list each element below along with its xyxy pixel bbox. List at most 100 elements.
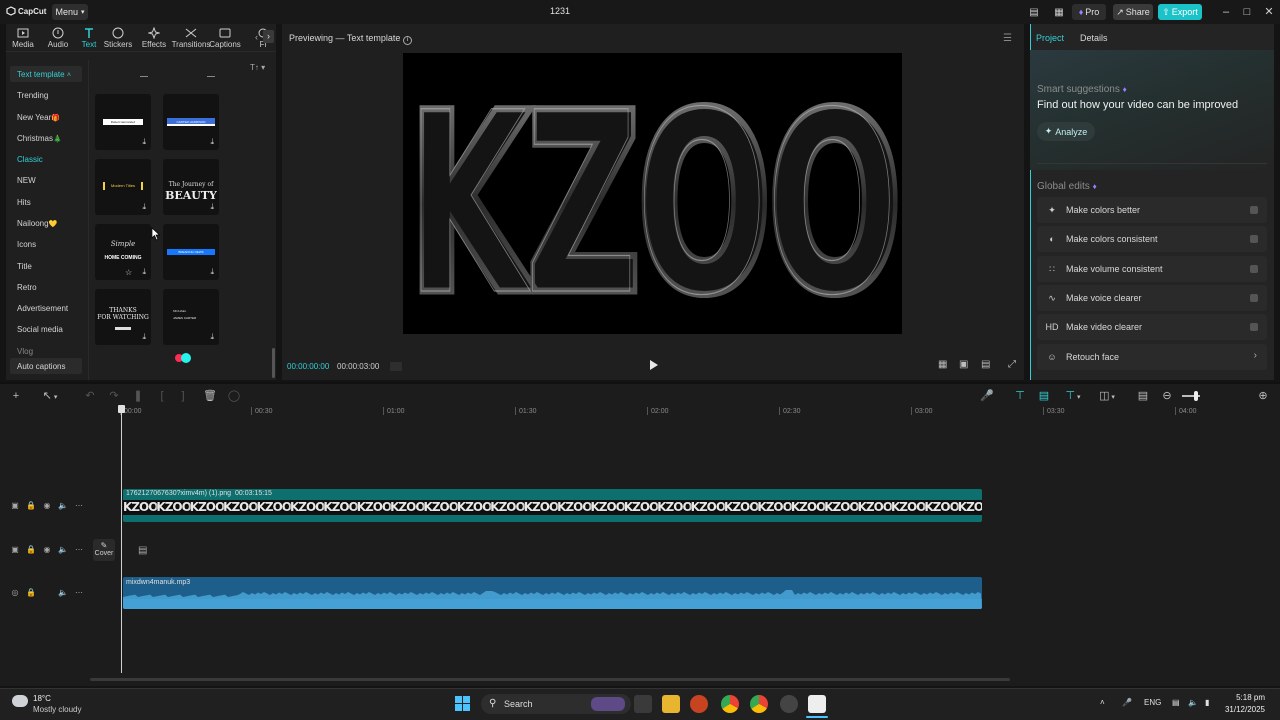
global-edit-retouch-face[interactable]: ☺ Retouch face ›	[1037, 344, 1267, 370]
preview-canvas[interactable]: KZOO KZOO	[403, 53, 902, 334]
eye-icon[interactable]: ◉	[42, 501, 52, 511]
download-icon[interactable]: ⤓	[142, 202, 146, 212]
category-item[interactable]: Hits	[17, 198, 31, 207]
language-indicator[interactable]: ENG	[1144, 698, 1161, 707]
shortcut-icon[interactable]: ▦	[1052, 6, 1066, 18]
download-icon[interactable]: ⤓	[142, 267, 146, 277]
category-item[interactable]: New Year🎁	[17, 113, 60, 122]
trim-left-icon[interactable]: [	[155, 389, 169, 403]
tool-captions[interactable]: Captions	[209, 27, 241, 51]
global-edit-make-volume-consistent[interactable]: ∷ Make volume consistent	[1037, 256, 1267, 282]
zoom-slider-handle[interactable]	[1194, 391, 1198, 401]
playhead[interactable]	[121, 405, 122, 673]
analyze-button[interactable]: ✦ Analyze	[1037, 122, 1095, 141]
chevron-left-icon[interactable]: ‹	[255, 32, 258, 42]
category-item[interactable]: Icons	[17, 240, 36, 249]
export-button[interactable]: ⇧ Export	[1158, 4, 1202, 20]
chevron-right-icon[interactable]: ›	[263, 30, 274, 43]
lock-icon[interactable]: 🔒	[26, 588, 36, 598]
text-filter-icon[interactable]: T↑ ▾	[250, 63, 265, 72]
toggle-checkbox[interactable]	[1250, 235, 1258, 243]
text-template-thumbnail[interactable]: CARTER HARRISON ⤓	[163, 94, 219, 150]
info-icon[interactable]: i	[402, 36, 412, 45]
taskbar-search[interactable]: ⚲ Search	[481, 694, 631, 714]
volume-icon[interactable]: 🔈	[1188, 698, 1198, 707]
lock-icon[interactable]: 🔒	[26, 501, 36, 511]
global-edit-make-colors-consistent[interactable]: ◐ Make colors consistent	[1037, 226, 1267, 252]
add-track-icon[interactable]: +	[9, 389, 23, 403]
clock-date[interactable]: 31/12/2025	[1205, 705, 1265, 714]
speaker-icon[interactable]: 🔈	[58, 501, 68, 511]
category-item[interactable]: Social media	[17, 325, 63, 334]
text-template-thumbnail[interactable]: Robert Hernandez ⤓	[95, 94, 151, 150]
fullscreen-icon[interactable]: ⤢	[1008, 359, 1020, 371]
category-item[interactable]: Nailoong💛	[17, 219, 57, 228]
zoom-fit-icon[interactable]: ⊕	[1256, 389, 1270, 403]
download-icon[interactable]: ⤓	[210, 332, 214, 342]
tool-media[interactable]: Media	[10, 27, 36, 51]
timeline-ruler[interactable]	[120, 405, 1280, 419]
tool-audio[interactable]: Audio	[45, 27, 71, 51]
tab-project[interactable]: Project	[1036, 33, 1064, 43]
layout-icon[interactable]: ▤	[1027, 6, 1041, 18]
speaker-icon[interactable]: 🔈	[58, 545, 68, 555]
magnet-icon[interactable]: ▤	[1037, 389, 1051, 403]
tab-details[interactable]: Details	[1080, 33, 1108, 43]
more-icon[interactable]: ⋯	[74, 545, 84, 555]
screenshot-icon[interactable]: ▣	[959, 359, 971, 371]
select-tool-icon[interactable]: ↖ ▾	[37, 389, 63, 403]
pro-button[interactable]: ♦ Pro	[1072, 4, 1106, 20]
timecode-format-toggle[interactable]	[390, 362, 402, 371]
category-item[interactable]: Vlog	[17, 347, 33, 356]
file-explorer-icon[interactable]	[662, 695, 680, 713]
category-item[interactable]: Retro	[17, 283, 37, 292]
maximize-icon[interactable]: □	[1240, 5, 1254, 19]
menu-button[interactable]: Menu ▾	[52, 4, 88, 20]
more-icon[interactable]: ⋯	[74, 588, 84, 598]
text-template-thumbnail[interactable]: Simple HOME COMING ⤓ ☆	[95, 224, 151, 280]
toggle-checkbox[interactable]	[1250, 323, 1258, 331]
toggle-checkbox[interactable]	[1250, 206, 1258, 214]
audio-clip[interactable]	[123, 577, 982, 609]
microphone-icon[interactable]: 🎤	[980, 389, 994, 403]
download-icon[interactable]: ⤓	[210, 137, 214, 147]
weather-widget[interactable]: 18°C Mostly cloudy	[10, 692, 100, 716]
close-icon[interactable]: ✕	[1262, 5, 1276, 19]
text-template-thumbnail[interactable]: LIVEBREAKING NEWS⤓	[163, 224, 219, 280]
app-icon[interactable]	[780, 695, 798, 713]
playhead-handle[interactable]	[118, 405, 125, 413]
text-template-thumbnail[interactable]: MICHAEL JAMES CARTER ⤓	[163, 289, 219, 345]
hamburger-menu-icon[interactable]: ☰	[1003, 33, 1012, 44]
category-item[interactable]: Title	[17, 262, 32, 271]
task-view-icon[interactable]	[634, 695, 652, 713]
cover-button[interactable]: ✎ Cover	[93, 539, 115, 561]
toggle-checkbox[interactable]	[1250, 294, 1258, 302]
play-button[interactable]	[647, 359, 659, 371]
download-icon[interactable]: ⤓	[210, 202, 214, 212]
tool-effects[interactable]: Effects	[141, 27, 167, 51]
category-item[interactable]: Trending	[17, 91, 48, 100]
global-edit-make-colors-better[interactable]: ✦ Make colors better	[1037, 197, 1267, 223]
favorite-icon[interactable]: ☆	[125, 268, 132, 277]
caption-icon[interactable]: ▤	[1136, 389, 1150, 403]
windows-start-icon[interactable]	[455, 696, 471, 712]
speaker-icon[interactable]: 🔈	[58, 588, 68, 598]
category-item[interactable]: NEW	[17, 176, 36, 185]
category-item[interactable]: Advertisement	[17, 304, 68, 313]
panel-scrollbar[interactable]	[272, 348, 275, 378]
link-icon[interactable]: ⊤	[1013, 389, 1027, 403]
split-icon[interactable]: ❚	[131, 389, 145, 403]
text-template-thumbnail[interactable]: The Journey of BEAUTY ⤓	[163, 159, 219, 215]
lock-icon[interactable]: 🔒	[26, 545, 36, 555]
category-item[interactable]: Classic	[17, 155, 43, 164]
app-icon[interactable]	[690, 695, 708, 713]
chrome-icon[interactable]	[721, 695, 739, 713]
tool-stickers[interactable]: Stickers	[104, 27, 132, 51]
download-icon[interactable]: ⤓	[142, 137, 146, 147]
share-button[interactable]: ↗ Share	[1113, 4, 1153, 20]
clock-time[interactable]: 5:18 pm	[1215, 693, 1265, 702]
tool-transitions[interactable]: Transitions	[172, 27, 210, 51]
eye-icon[interactable]: ◉	[42, 545, 52, 555]
quality-icon[interactable]: ▤	[981, 359, 999, 371]
download-icon[interactable]: ⤓	[210, 267, 214, 277]
